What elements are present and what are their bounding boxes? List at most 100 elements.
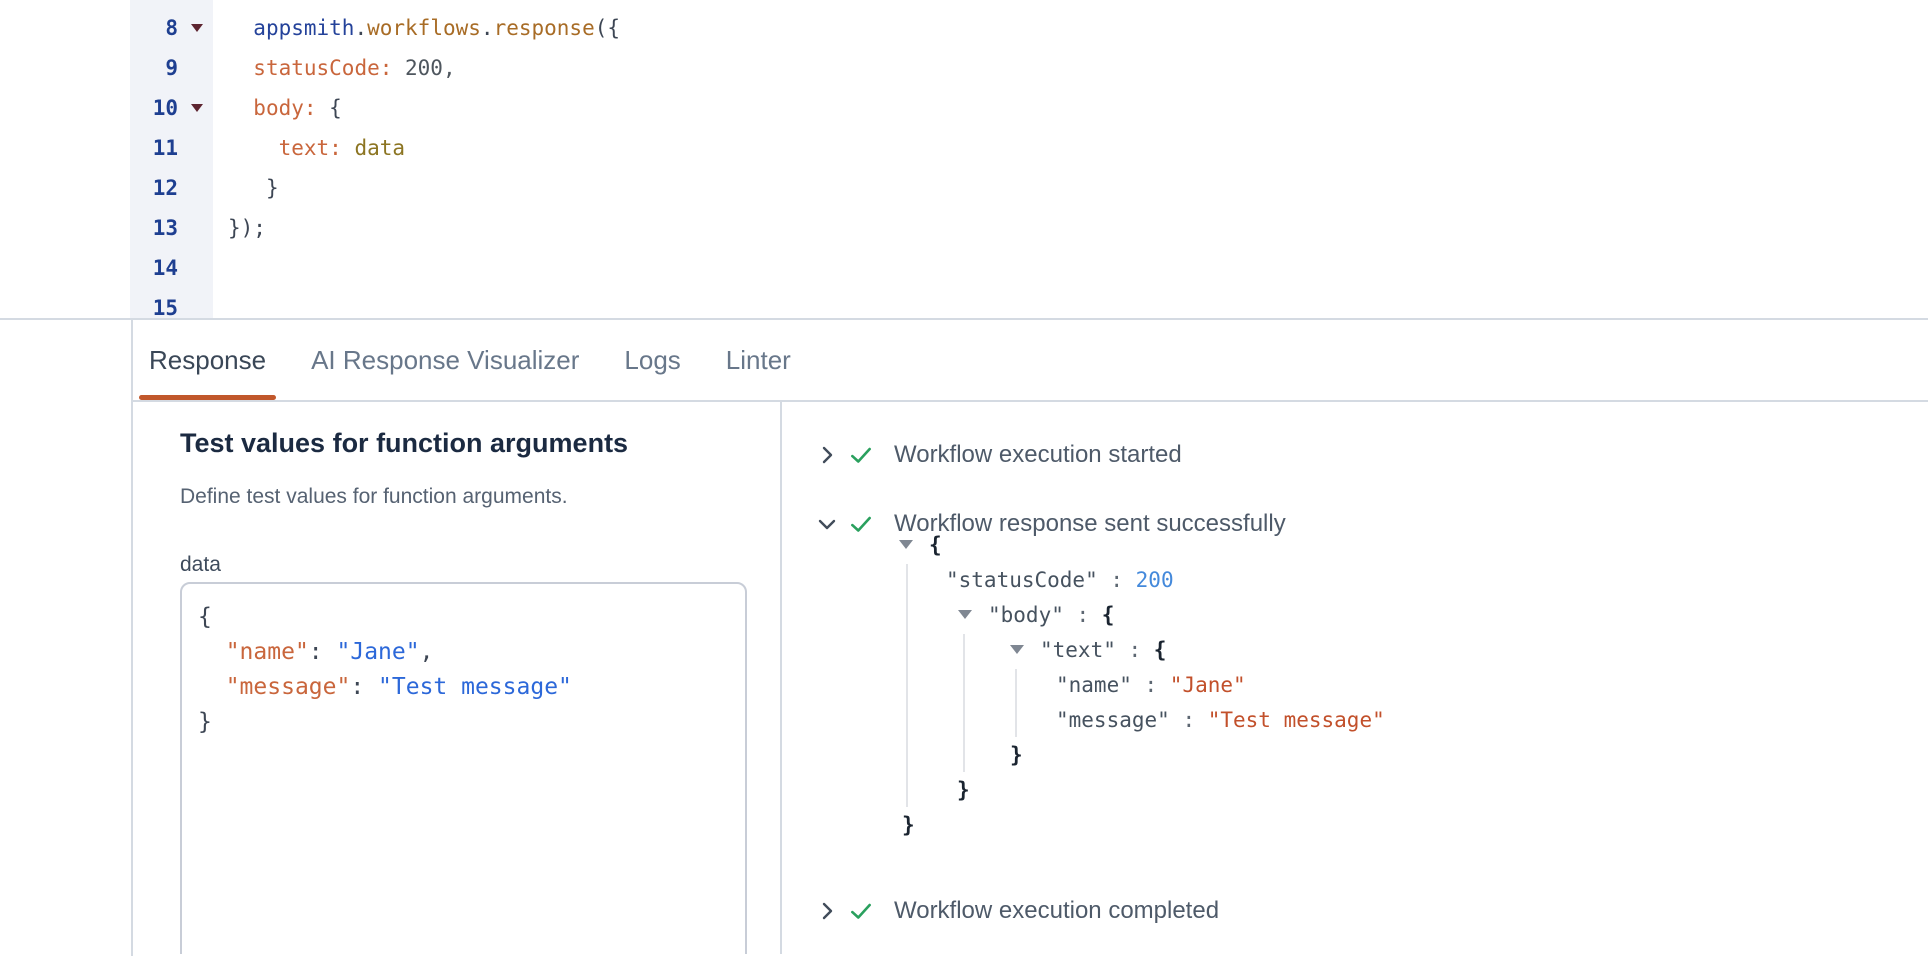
tab-label: Linter xyxy=(726,345,791,376)
tree-token: "Jane" xyxy=(1170,673,1246,697)
data-field-label: data xyxy=(180,553,780,577)
line-number: 10 xyxy=(130,96,178,120)
json-tree-row: "body" : { xyxy=(782,597,1114,632)
json-input-line: "name": "Jane", xyxy=(198,635,745,670)
tree-token: : xyxy=(1064,603,1102,627)
json-tree-row: } xyxy=(782,807,915,842)
code-fold-arrow-icon[interactable] xyxy=(178,104,213,112)
log-entry[interactable]: Workflow execution completed xyxy=(782,894,1219,928)
line-number: 13 xyxy=(130,216,178,240)
json-token: "name" xyxy=(226,639,309,665)
line-number-gutter: 9 xyxy=(130,48,213,88)
json-tree-row: "name" : "Jane" xyxy=(782,667,1246,702)
tree-token: "body" xyxy=(988,603,1064,627)
collapse-triangle-icon[interactable] xyxy=(1010,645,1024,654)
code-token: appsmith xyxy=(253,16,354,40)
bottom-panel-tabs: Response AI Response Visualizer Logs Linter xyxy=(133,320,1928,402)
tab-label: AI Response Visualizer xyxy=(311,345,579,376)
code-text: statusCode: 200, xyxy=(228,56,456,80)
tab-ai-response-visualizer[interactable]: AI Response Visualizer xyxy=(311,320,579,400)
json-input-line: } xyxy=(198,705,745,740)
code-token: . xyxy=(481,16,494,40)
test-values-title: Test values for function arguments xyxy=(180,427,780,459)
tree-token: { xyxy=(1102,603,1115,627)
code-token: } xyxy=(266,176,279,200)
json-tree-row: } xyxy=(782,737,1023,772)
code-token xyxy=(228,16,253,40)
code-text: }); xyxy=(228,216,266,240)
json-token xyxy=(198,639,226,665)
tree-guide-line xyxy=(963,634,965,772)
json-token: : xyxy=(350,674,378,700)
bottom-panel: Response AI Response Visualizer Logs Linter… xyxy=(131,320,1928,956)
code-token: { xyxy=(329,96,342,120)
code-text: } xyxy=(228,176,279,200)
tab-logs[interactable]: Logs xyxy=(624,320,680,400)
code-text: text: data xyxy=(228,136,405,160)
success-check-icon xyxy=(848,442,874,468)
data-json-input[interactable]: { "name": "Jane", "message": "Test messa… xyxy=(180,582,747,954)
code-line[interactable]: 9 statusCode: 200, xyxy=(0,48,1928,88)
line-number: 15 xyxy=(130,296,178,320)
collapse-triangle-icon[interactable] xyxy=(899,540,913,549)
tree-token: 200 xyxy=(1136,568,1174,592)
code-token: response xyxy=(494,16,595,40)
code-token: text: xyxy=(279,136,342,160)
code-line[interactable]: 13}); xyxy=(0,208,1928,248)
execution-log-pane: Workflow execution startedWorkflow respo… xyxy=(782,402,1928,954)
json-tree-row: } xyxy=(782,772,970,807)
tree-guide-line xyxy=(1015,669,1017,737)
editor-lines: 8 appsmith.workflows.response({9 statusC… xyxy=(0,8,1928,320)
code-token xyxy=(228,136,279,160)
tab-response[interactable]: Response xyxy=(149,320,266,400)
code-text: body: { xyxy=(228,96,342,120)
code-token: . xyxy=(354,16,367,40)
json-token: : xyxy=(309,639,337,665)
tree-token: "Test message" xyxy=(1208,708,1385,732)
code-token: data xyxy=(354,136,405,160)
chevron-right-icon[interactable] xyxy=(815,899,839,923)
active-tab-indicator xyxy=(139,395,276,400)
line-number-gutter: 15 xyxy=(130,288,213,320)
code-line[interactable]: 14 xyxy=(0,248,1928,288)
tree-token: } xyxy=(1010,743,1023,767)
line-number-gutter: 14 xyxy=(130,248,213,288)
success-check-icon xyxy=(848,898,874,924)
tab-linter[interactable]: Linter xyxy=(726,320,791,400)
json-token xyxy=(198,674,226,700)
json-token: "message" xyxy=(226,674,351,700)
code-token: body: xyxy=(253,96,316,120)
code-fold-arrow-icon[interactable] xyxy=(178,24,213,32)
log-entry[interactable]: Workflow execution started xyxy=(782,438,1182,472)
json-tree-row: "statusCode" : 200 xyxy=(782,562,1174,597)
chevron-right-icon[interactable] xyxy=(815,443,839,467)
code-line[interactable]: 10 body: { xyxy=(0,88,1928,128)
code-token: 200, xyxy=(392,56,455,80)
json-tree-row: { xyxy=(782,527,942,562)
code-token: statusCode: xyxy=(253,56,392,80)
code-token xyxy=(342,136,355,160)
log-entry-label: Workflow execution started xyxy=(894,441,1182,469)
line-number-gutter: 13 xyxy=(130,208,213,248)
test-values-pane: Test values for function arguments Defin… xyxy=(133,402,782,954)
code-token xyxy=(228,56,253,80)
code-line[interactable]: 11 text: data xyxy=(0,128,1928,168)
tab-label: Logs xyxy=(624,345,680,376)
code-token xyxy=(317,96,330,120)
tree-guide-line xyxy=(906,564,908,807)
json-tree-row: "message" : "Test message" xyxy=(782,702,1385,737)
json-token: { xyxy=(198,604,212,630)
code-line[interactable]: 15 xyxy=(0,288,1928,320)
json-token: } xyxy=(198,709,212,735)
code-line[interactable]: 8 appsmith.workflows.response({ xyxy=(0,8,1928,48)
code-editor[interactable]: 8 appsmith.workflows.response({9 statusC… xyxy=(0,0,1928,320)
line-number-gutter: 10 xyxy=(130,88,213,128)
line-number: 14 xyxy=(130,256,178,280)
collapse-triangle-icon[interactable] xyxy=(958,610,972,619)
json-tree-row: "text" : { xyxy=(782,632,1166,667)
line-number: 11 xyxy=(130,136,178,160)
tree-token: : xyxy=(1098,568,1136,592)
code-line[interactable]: 12 } xyxy=(0,168,1928,208)
line-number-gutter: 8 xyxy=(130,8,213,48)
test-values-description: Define test values for function argument… xyxy=(180,485,780,509)
